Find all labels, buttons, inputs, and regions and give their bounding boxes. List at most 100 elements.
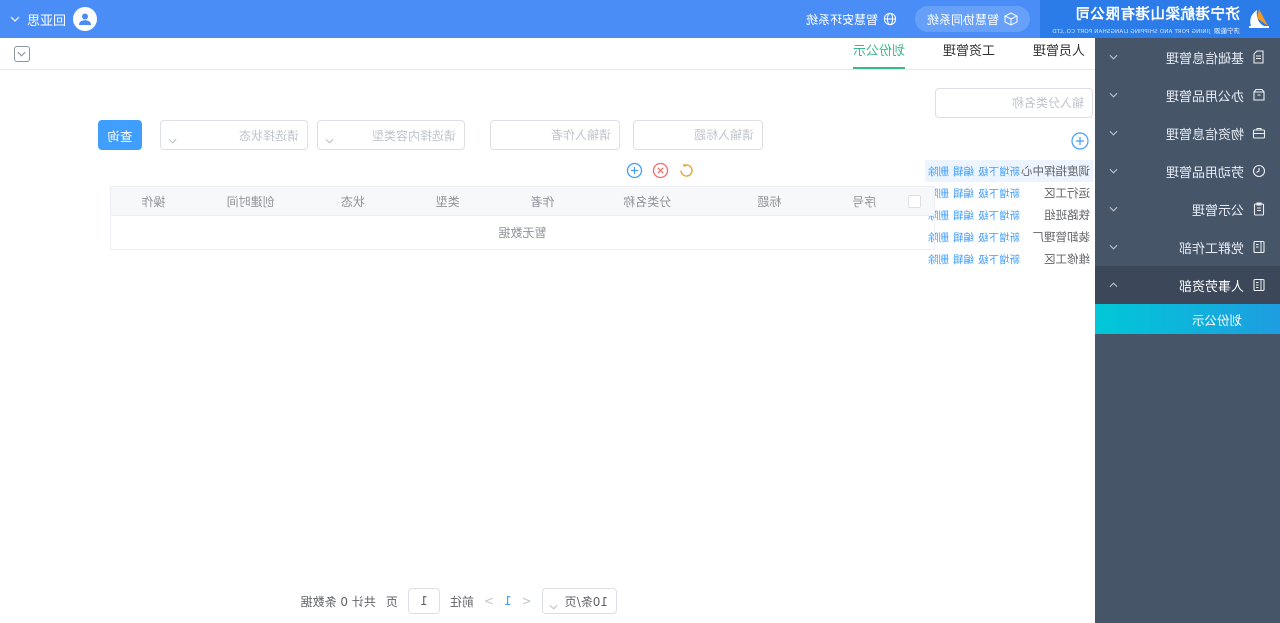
tab-personnel-mgmt[interactable]: 人员管理 xyxy=(1033,37,1085,69)
sidebar-item-material-info[interactable]: 物资信息管理 xyxy=(1095,114,1280,152)
sidebar-item-label: 党群工作部 xyxy=(1178,241,1244,257)
sidebar-item-publicity-mgmt[interactable]: 公示管理 xyxy=(1095,190,1280,228)
clipboard-icon xyxy=(1253,202,1265,216)
category-name: 铁路班组 xyxy=(1044,208,1090,222)
company-name: 济宁港航梁山港有限公司 xyxy=(1075,7,1240,23)
content-area: 人员管理 工资管理 划份公示 调度指挥中心 新增下级 编辑 xyxy=(0,37,1095,623)
title-input[interactable] xyxy=(633,120,763,150)
document-icon xyxy=(1253,50,1264,64)
sidebar-item-hr-labor-dept[interactable]: 人事劳资部 xyxy=(1095,266,1280,304)
total-count-label: 共计 0 条数据 xyxy=(300,594,376,609)
chevron-down-icon xyxy=(1109,54,1118,60)
select-placeholder: 请选择状态 xyxy=(238,128,299,143)
sidebar-item-label: 公示管理 xyxy=(1191,203,1244,219)
category-name: 运行工区 xyxy=(1044,186,1090,200)
search-button[interactable]: 查询 xyxy=(98,120,142,150)
category-search-input[interactable] xyxy=(935,88,1093,118)
column-header: 作者 xyxy=(530,194,555,209)
system-button-label: 智慧安环系统 xyxy=(805,12,878,27)
jump-suffix-label: 页 xyxy=(385,594,398,609)
briefcase-icon xyxy=(1252,127,1266,139)
user-icon xyxy=(79,13,92,25)
chevron-down-icon xyxy=(10,16,20,22)
jump-page-input[interactable] xyxy=(407,588,440,614)
sidebar-item-label: 人事劳资部 xyxy=(1178,279,1244,295)
chevron-down-icon xyxy=(1109,206,1118,212)
current-page[interactable]: 1 xyxy=(504,594,512,608)
select-placeholder: 请选择内容类型 xyxy=(371,128,456,143)
smart-collaboration-system-button[interactable]: 智慧协同系统 xyxy=(914,6,1030,32)
tab-allocation-publicity[interactable]: 划份公示 xyxy=(852,37,905,69)
logo-texts: 济宁港航梁山港有限公司 济宁能源 JINING PORT AND SHIPPIN… xyxy=(1052,3,1240,35)
avatar xyxy=(73,7,98,31)
sidebar-item-label: 基础信息管理 xyxy=(1165,51,1244,67)
filter-bar: 请选择内容类型 请选择状态 查询 xyxy=(85,120,1095,150)
edit-link[interactable]: 编辑 xyxy=(953,186,974,201)
select-all-checkbox[interactable] xyxy=(907,194,921,208)
tab-strip: 人员管理 工资管理 划份公示 xyxy=(0,37,1095,70)
sidebar-item-label: 物资信息管理 xyxy=(1165,127,1244,143)
add-child-link[interactable]: 新增下级 xyxy=(978,164,1020,179)
clock-icon xyxy=(1252,164,1266,178)
smart-safety-system-button[interactable]: 智慧安环系统 xyxy=(794,6,909,32)
add-child-link[interactable]: 新增下级 xyxy=(978,186,1020,201)
page-size-select[interactable]: 10条/页 xyxy=(541,588,617,614)
edit-link[interactable]: 编辑 xyxy=(953,208,974,223)
pagination: 10条/页 < 1 > 前往 页 共计 0 条数据 xyxy=(301,588,617,614)
edit-link[interactable]: 编辑 xyxy=(953,164,974,179)
id-card-icon xyxy=(1253,278,1265,292)
category-row[interactable]: 调度指挥中心 新增下级 编辑 删除 xyxy=(925,160,1093,182)
content-type-select[interactable]: 请选择内容类型 xyxy=(317,120,465,150)
column-header: 创建时间 xyxy=(226,194,275,209)
refresh-icon[interactable] xyxy=(678,162,695,179)
column-header: 类型 xyxy=(435,194,460,209)
content-body: 调度指挥中心 新增下级 编辑 删除 运行工区 新增下级 编辑 删除 xyxy=(0,70,1095,622)
category-name: 装卸管理厂 xyxy=(1032,230,1091,244)
delete-link[interactable]: 删除 xyxy=(928,164,949,179)
category-row[interactable]: 铁路班组 新增下级 编辑 删除 xyxy=(925,204,1093,226)
globe-icon xyxy=(883,12,897,26)
sidebar-item-basic-info[interactable]: 基础信息管理 xyxy=(1095,38,1280,76)
chevron-down-icon xyxy=(168,133,177,147)
column-header: 操作 xyxy=(141,194,166,209)
category-row[interactable]: 装卸管理厂 新增下级 编辑 删除 xyxy=(925,226,1093,248)
add-child-link[interactable]: 新增下级 xyxy=(978,230,1020,245)
chevron-up-icon xyxy=(1109,282,1118,288)
chevron-down-icon xyxy=(325,133,334,147)
column-header: 分类名称 xyxy=(623,194,672,209)
tab-salary-mgmt[interactable]: 工资管理 xyxy=(943,37,995,69)
add-child-link[interactable]: 新增下级 xyxy=(978,208,1020,223)
circle-plus-icon[interactable] xyxy=(626,162,643,179)
category-name: 调度指挥中心 xyxy=(1021,164,1090,178)
edit-link[interactable]: 编辑 xyxy=(953,230,974,245)
category-row[interactable]: 运行工区 新增下级 编辑 删除 xyxy=(925,182,1093,204)
delete-link[interactable]: 删除 xyxy=(928,252,949,267)
chevron-down-icon xyxy=(1109,244,1118,250)
column-header: 标题 xyxy=(757,194,782,209)
user-menu[interactable]: 回亚思 xyxy=(10,0,98,38)
sidebar-item-party-work[interactable]: 党群工作部 xyxy=(1095,228,1280,266)
author-input[interactable] xyxy=(490,120,620,150)
column-header: 序号 xyxy=(852,194,877,209)
prev-page-button[interactable]: < xyxy=(522,594,532,608)
add-child-link[interactable]: 新增下级 xyxy=(978,252,1020,267)
collapse-panel-icon[interactable] xyxy=(14,46,30,62)
circle-close-icon[interactable] xyxy=(652,162,669,179)
status-select[interactable]: 请选择状态 xyxy=(160,120,308,150)
table-header-row: 序号 标题 分类名称 作者 类型 状态 创建时间 操作 xyxy=(111,187,934,216)
company-logo-icon xyxy=(1249,9,1269,28)
sidebar-item-labor-supplies[interactable]: 劳动用品管理 xyxy=(1095,152,1280,190)
book-icon xyxy=(1253,240,1265,254)
company-name-en: JINING PORT AND SHIPPING LIANGSHAN PORT … xyxy=(1052,29,1210,35)
sidebar-submenu-item-active[interactable]: 划份公示 xyxy=(1095,304,1280,334)
next-page-button[interactable]: > xyxy=(484,594,494,608)
sidebar-item-office-supplies[interactable]: 办公用品管理 xyxy=(1095,76,1280,114)
chevron-down-icon xyxy=(1109,92,1118,98)
mirrored-screenshot-stage: 济宁港航梁山港有限公司 济宁能源 JINING PORT AND SHIPPIN… xyxy=(0,0,1280,623)
system-switcher: 智慧协同系统 智慧安环系统 xyxy=(794,6,1030,32)
chevron-down-icon xyxy=(1109,168,1118,174)
top-bar: 济宁港航梁山港有限公司 济宁能源 JINING PORT AND SHIPPIN… xyxy=(0,0,1280,38)
edit-link[interactable]: 编辑 xyxy=(953,252,974,267)
category-row[interactable]: 维修工区 新增下级 编辑 删除 xyxy=(925,248,1093,270)
empty-state-text: 暂无数据 xyxy=(111,216,934,250)
